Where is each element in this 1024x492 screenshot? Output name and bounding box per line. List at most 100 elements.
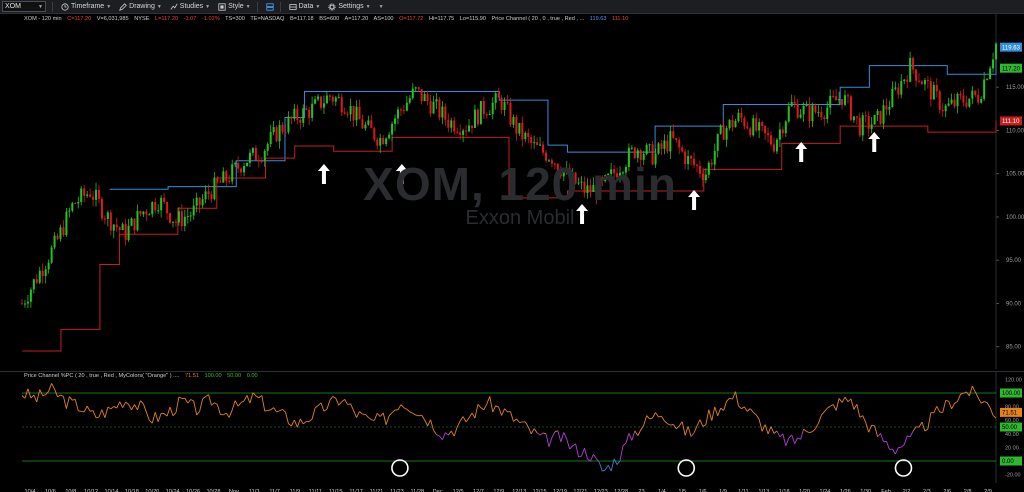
osc-segment <box>151 412 156 424</box>
candle-body <box>183 216 186 227</box>
candle-body <box>861 115 864 136</box>
candle-body <box>391 123 394 135</box>
studies-button[interactable]: Studies ▼ <box>170 3 210 11</box>
osc-segment <box>335 398 340 406</box>
osc-segment <box>806 430 810 434</box>
osc-segment <box>968 385 973 397</box>
candle-body <box>53 235 56 248</box>
candle-body <box>29 289 32 302</box>
oscillator-level-top: 100.00 <box>204 373 222 379</box>
osc-axis-label: 40.00 <box>1005 432 1019 438</box>
candle-body <box>100 198 103 219</box>
candle-body <box>311 103 314 118</box>
candle-body <box>527 132 530 138</box>
osc-segment <box>74 399 79 412</box>
osc-segment <box>539 432 544 436</box>
candle-body <box>524 132 527 140</box>
pencil-icon <box>119 2 127 11</box>
exchange-value: NYSE <box>134 16 150 22</box>
osc-segment <box>445 432 449 436</box>
price-chart[interactable]: 115.00 110.00 105.00 100.00 95.00 90.00 85.00 1… <box>0 14 1024 369</box>
osc-segment <box>569 445 573 450</box>
osc-segment <box>299 418 304 425</box>
candle-body <box>752 118 755 136</box>
candle-body <box>417 87 420 89</box>
osc-segment <box>711 406 716 421</box>
osc-segment <box>779 433 784 438</box>
oscillator-pane[interactable]: 120.00100.0080.0060.0040.0020.000.00-20.… <box>0 371 1024 483</box>
osc-segment <box>95 416 100 419</box>
candle-body <box>601 177 604 181</box>
osc-segment <box>891 448 896 455</box>
osc-segment <box>681 421 686 436</box>
candle-body <box>743 117 746 127</box>
osc-segment <box>338 401 343 406</box>
symbol-input[interactable]: XOM <box>5 3 21 10</box>
osc-segment <box>285 412 289 424</box>
osc-segment <box>418 414 422 417</box>
osc-segment <box>791 434 796 444</box>
layout-button[interactable] <box>266 2 274 11</box>
candle-body <box>867 116 870 129</box>
osc-segment <box>296 418 301 428</box>
osc-segment <box>92 410 97 419</box>
study-label: Price Channel ( 20 , 0 , true , Red , ..… <box>491 16 585 22</box>
price-pane[interactable]: 115.00 110.00 105.00 100.00 95.00 90.00 85.00 1… <box>0 14 1024 369</box>
osc-segment <box>231 400 236 411</box>
chevron-down-icon: ▼ <box>315 3 321 10</box>
candle-body <box>497 93 500 98</box>
osc-segment <box>216 404 221 415</box>
studies-icon <box>170 3 178 10</box>
bid-value: B=117.18 <box>289 16 314 22</box>
osc-segment <box>877 433 881 438</box>
candle-body <box>163 197 166 202</box>
candle-body <box>189 215 192 217</box>
candle-body <box>432 101 435 114</box>
osc-segment <box>850 398 855 410</box>
candle-body <box>473 109 476 128</box>
candle-body <box>846 95 849 97</box>
style-button[interactable]: Style ▼ <box>218 2 251 11</box>
osc-segment <box>243 395 248 402</box>
candle-body <box>695 164 698 166</box>
settings-button[interactable]: Settings ▼ <box>328 2 371 11</box>
candle-body <box>180 211 183 227</box>
candle-body <box>260 161 263 163</box>
osc-segment <box>823 407 828 412</box>
candle-body <box>518 122 521 134</box>
date-axis[interactable]: 10/4 10/6 10/8 10/12 10/14 10/18 10/20 10/24 10/… <box>0 482 1024 492</box>
data-icon <box>289 3 297 10</box>
candle-body <box>394 118 397 124</box>
osc-segment <box>83 405 88 413</box>
osc-segment <box>347 403 351 405</box>
osc-segment <box>634 430 639 436</box>
osc-segment <box>240 400 245 403</box>
osc-segment <box>871 424 875 427</box>
osc-segment <box>373 413 378 421</box>
timeframe-button[interactable]: Timeframe ▼ <box>61 2 111 11</box>
candle-body <box>909 57 912 82</box>
osc-segment <box>560 432 565 442</box>
osc-segment <box>261 395 266 412</box>
drawing-button[interactable]: Drawing ▼ <box>119 2 162 11</box>
osc-segment <box>128 404 132 411</box>
osc-segment <box>255 395 260 399</box>
candle-body <box>453 120 456 132</box>
candle-body <box>784 121 787 134</box>
candle-body <box>562 171 565 177</box>
oscillator-chart[interactable]: 120.00100.0080.0060.0040.0020.000.00-20.… <box>0 372 1024 483</box>
osc-segment <box>827 405 831 409</box>
chevron-down-icon: ▼ <box>365 3 371 10</box>
upper-channel-tag: 119.63 <box>1002 45 1021 51</box>
osc-segment <box>501 408 505 416</box>
osc-segment <box>211 402 215 406</box>
candle-body <box>932 85 935 100</box>
osc-segment <box>684 426 689 436</box>
oscillator-title: Price Channel %PC ( 20 , true , Red , My… <box>24 373 180 379</box>
more-button[interactable]: ▼ <box>379 4 384 10</box>
osc-segment <box>649 417 653 420</box>
data-button[interactable]: Data ▼ <box>289 3 321 11</box>
candle-body <box>35 279 38 283</box>
symbol-selector[interactable]: XOM ▼ <box>2 1 46 12</box>
candle-body <box>157 210 160 212</box>
